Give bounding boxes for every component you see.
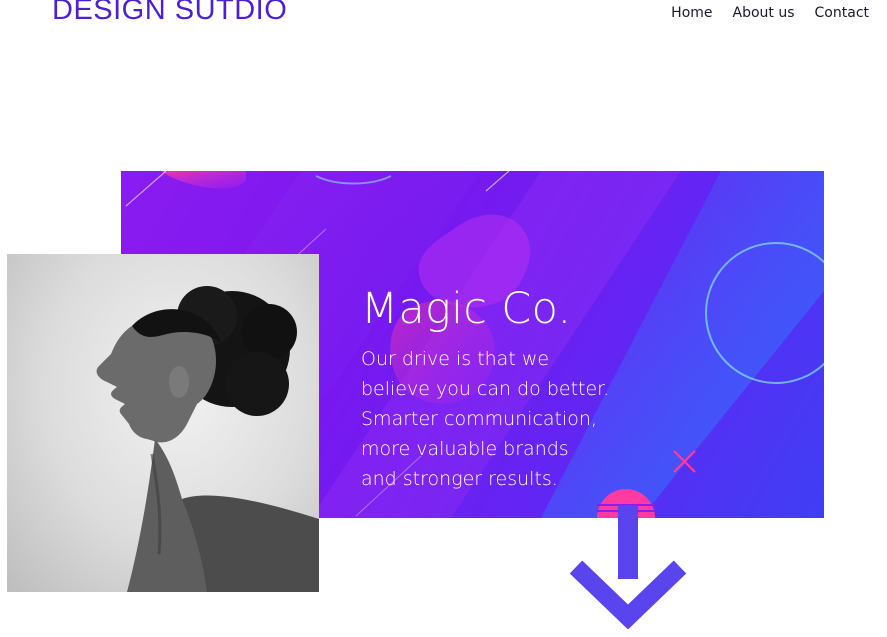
woman-profile-silhouette [96, 286, 319, 592]
portrait-image [7, 254, 319, 592]
hero-description-line: and stronger results. [361, 468, 558, 490]
hero-description-line: Smarter communication, [361, 408, 597, 430]
nav-about-link[interactable]: About us [733, 4, 795, 22]
nav-home-link[interactable]: Home [671, 4, 712, 22]
hero-description: Our drive is that we believe you can do … [361, 344, 609, 494]
hero-description-line: Our drive is that we [361, 348, 550, 370]
arrow-down-icon[interactable] [566, 505, 690, 629]
hero-description-line: believe you can do better. [361, 378, 610, 400]
main-nav: Home About us Contact [671, 4, 869, 22]
hero-title: Magic Co. [361, 284, 572, 334]
page: DESIGN SUTDIO Home About us Contact Magi… [0, 0, 887, 637]
hero-description-line: more valuable brands [361, 438, 569, 460]
nav-contact-link[interactable]: Contact [815, 4, 869, 22]
brand-logo[interactable]: DESIGN SUTDIO [52, 0, 287, 26]
